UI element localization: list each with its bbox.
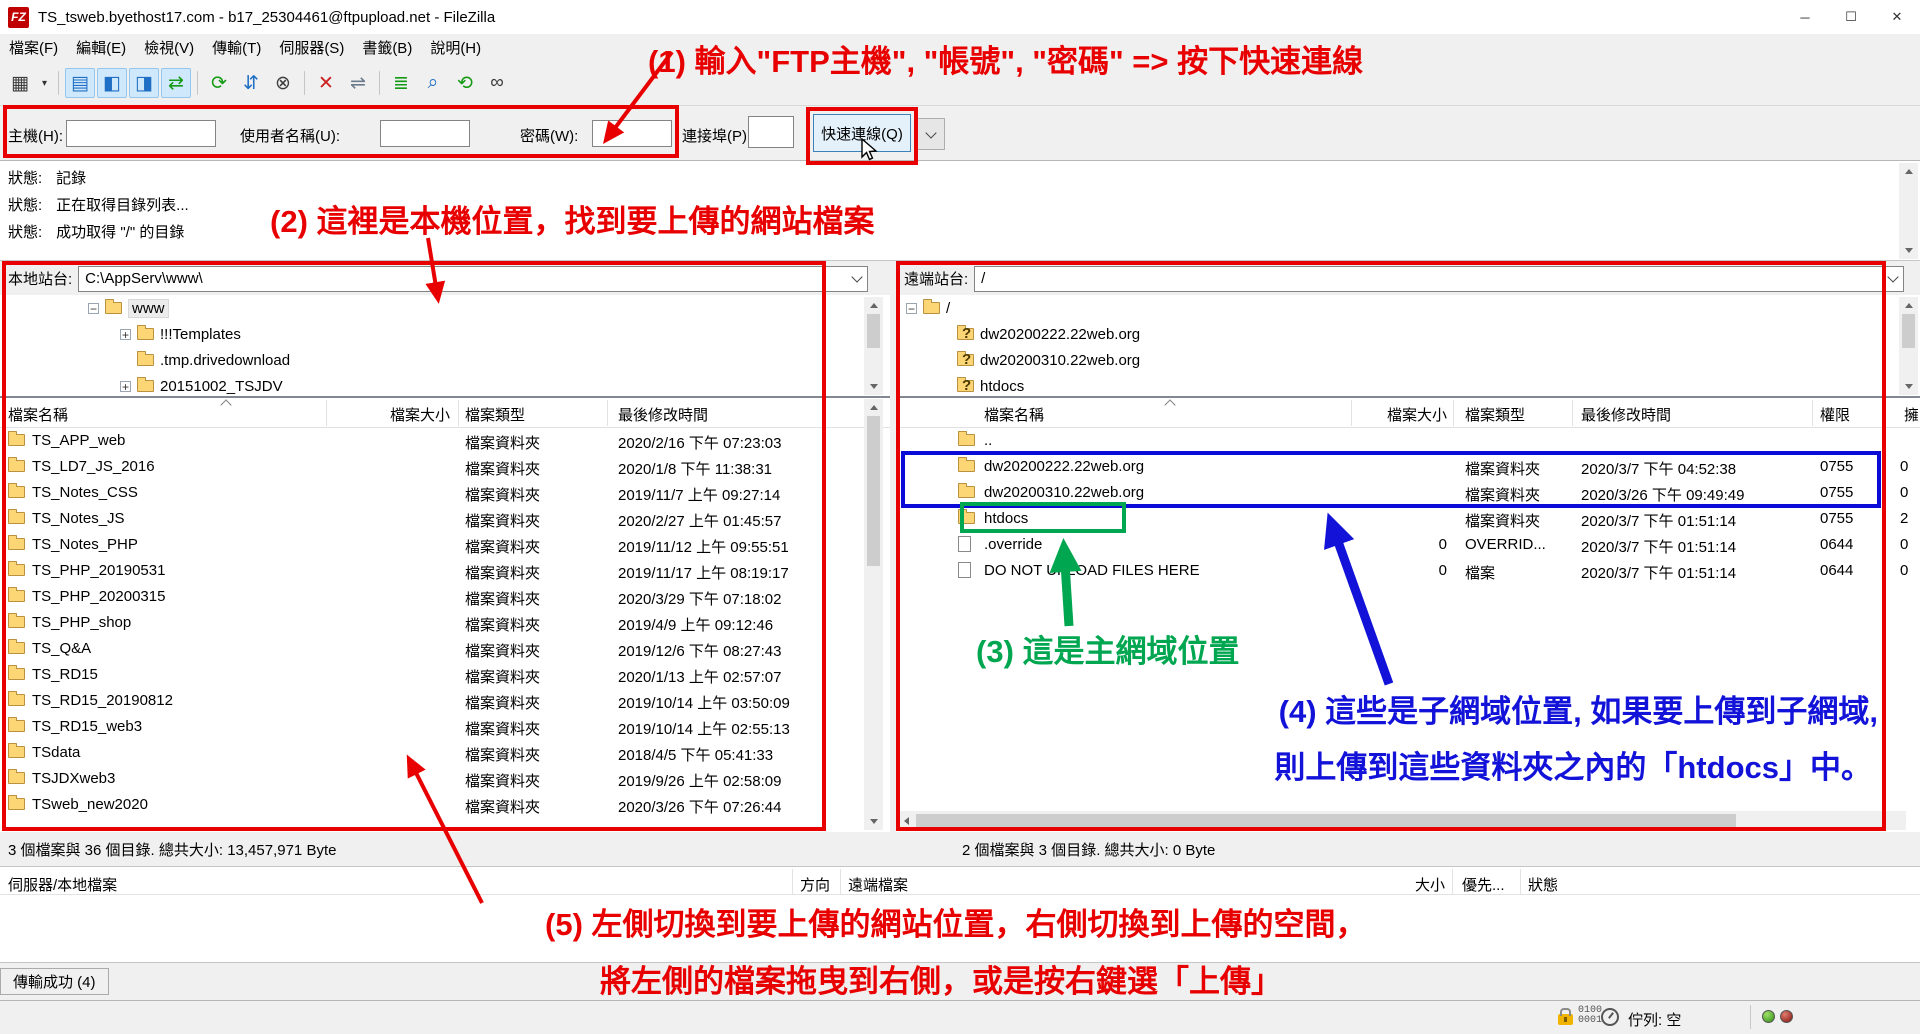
file-owner: 0 (1900, 458, 1914, 475)
binary-mode-icon: 01000001 (1578, 1006, 1602, 1026)
toolbar-separator[interactable] (379, 71, 380, 95)
annotation-1: (1) 輸入"FTP主機", "帳號", "密碼" => 按下快速連線 (648, 36, 1363, 81)
port-input[interactable] (748, 116, 794, 148)
site-manager-dropdown-icon[interactable]: ▾ (37, 68, 52, 98)
log-scrollbar[interactable] (1899, 163, 1918, 259)
scroll-up-icon (1905, 169, 1913, 174)
port-label: 連接埠(P): (682, 125, 751, 146)
menu-server[interactable]: 伺服器(S) (270, 34, 353, 61)
file-owner: 0 (1900, 562, 1914, 579)
local-list-scrollbar[interactable] (864, 399, 883, 830)
menu-file[interactable]: 檔案(F) (0, 34, 67, 61)
menu-bookmarks[interactable]: 書籤(B) (353, 34, 421, 61)
refresh-filters-icon[interactable]: ⟲ (450, 68, 480, 98)
maximize-button[interactable]: ☐ (1828, 0, 1874, 34)
annotation-3: (3) 這是主網域位置 (976, 626, 1240, 671)
log-label: 狀態: (8, 221, 42, 242)
toggle-remote-tree-icon[interactable]: ◨ (129, 68, 159, 98)
annotation-5-line1: (5) 左側切換到要上傳的網站位置，右側切換到上傳的空間， (545, 899, 1367, 944)
chevron-down-icon (852, 271, 863, 282)
queue-col-remote-file[interactable]: 遠端檔案 (848, 874, 908, 895)
chevron-down-icon (925, 127, 936, 138)
minimize-button[interactable]: ─ (1782, 0, 1828, 34)
window-title: TS_tsweb.byethost17.com - b17_25304461@f… (38, 9, 1782, 26)
scroll-down-icon (870, 819, 878, 824)
menu-transfer[interactable]: 傳輸(T) (203, 34, 270, 61)
annotation-box-quickconnect (806, 107, 918, 165)
connection-error-indicator (1780, 1010, 1793, 1023)
tab-successful-transfers[interactable]: 傳輸成功 (4) (0, 968, 109, 995)
remote-tree-scrollbar[interactable] (1899, 297, 1918, 395)
statusbar-separator (1750, 1005, 1751, 1029)
connection-ok-indicator (1762, 1010, 1775, 1023)
file-owner: 2 (1900, 510, 1914, 527)
window-controls: ─☐✕ (1782, 0, 1920, 34)
scroll-up-icon (870, 405, 878, 410)
local-status-text: 3 個檔案與 36 個目錄. 總共大小: 13,457,971 Byte (8, 836, 336, 862)
chevron-down-icon (1888, 271, 1899, 282)
menu-help[interactable]: 說明(H) (421, 34, 490, 61)
toggle-transfer-queue-icon[interactable]: ⇄ (161, 68, 191, 98)
file-owner: 0 (1900, 484, 1914, 501)
quickconnect-dropdown-button[interactable] (917, 118, 945, 150)
log-text: 正在取得目錄列表... (56, 194, 189, 215)
queue-col-direction[interactable]: 方向 (800, 874, 830, 895)
scroll-down-icon (1905, 384, 1913, 389)
file-owner: 0 (1900, 536, 1914, 553)
annotation-box-credentials (3, 105, 679, 158)
queue-col-status[interactable]: 狀態 (1528, 874, 1558, 895)
log-line: 狀態: 記錄 (8, 164, 1920, 191)
filezilla-window: FZ TS_tsweb.byethost17.com - b17_2530446… (0, 0, 1920, 1034)
annotation-box-local-pane (2, 261, 826, 831)
column-header-owner[interactable]: 擁 (1904, 404, 1918, 425)
lock-icon (1558, 1014, 1573, 1025)
directory-compare-icon[interactable]: ≣ (386, 68, 416, 98)
title-bar: FZ TS_tsweb.byethost17.com - b17_2530446… (0, 0, 1920, 34)
remote-status-text: 2 個檔案與 3 個目錄. 總共大小: 0 Byte (962, 836, 1215, 862)
close-button[interactable]: ✕ (1874, 0, 1920, 34)
local-tree-scrollbar[interactable] (864, 297, 883, 395)
reconnect-icon[interactable]: ⇌ (343, 68, 373, 98)
toggle-local-tree-icon[interactable]: ◧ (97, 68, 127, 98)
annotation-2: (2) 這裡是本機位置，找到要上傳的網站檔案 (270, 196, 875, 241)
toolbar-separator[interactable] (197, 71, 198, 95)
cancel-transfer-icon[interactable]: ⊗ (268, 68, 298, 98)
annotation-5-line2: 將左側的檔案拖曳到右側，或是按右鍵選「上傳」 (600, 956, 1282, 1001)
annotation-4-line2: 則上傳到這些資料夾之內的「htdocs」中。 (1274, 742, 1872, 787)
speed-limit-icon[interactable] (1601, 1008, 1619, 1026)
annotation-box-subdomains (901, 451, 1881, 508)
app-icon: FZ (8, 7, 29, 28)
log-text: 成功取得 "/" 的目錄 (56, 221, 184, 242)
log-text: 記錄 (56, 167, 86, 188)
menu-view[interactable]: 檢視(V) (135, 34, 203, 61)
scroll-up-icon (870, 303, 878, 308)
find-files-icon[interactable]: ∞ (482, 68, 512, 98)
toolbar-separator[interactable] (304, 71, 305, 95)
queue-status-text: 佇列: 空 (1628, 1009, 1681, 1030)
queue-col-size[interactable]: 大小 (1330, 874, 1445, 895)
refresh-icon[interactable]: ⟳ (204, 68, 234, 98)
scroll-down-icon (1905, 248, 1913, 253)
toggle-message-log-icon[interactable]: ▤ (65, 68, 95, 98)
queue-col-priority[interactable]: 優先... (1462, 874, 1505, 895)
site-manager-icon[interactable]: ▦ (5, 68, 35, 98)
toolbar-separator[interactable] (58, 71, 59, 95)
annotation-4-line1: (4) 這些是子網域位置, 如果要上傳到子網域, (1279, 686, 1878, 731)
synchronized-browsing-icon[interactable]: ⌕ (418, 68, 448, 98)
queue-col-server-local[interactable]: 伺服器/本地檔案 (8, 874, 117, 895)
scroll-down-icon (870, 384, 878, 389)
process-queue-icon[interactable]: ⇵ (236, 68, 266, 98)
scroll-up-icon (1905, 303, 1913, 308)
disconnect-icon[interactable]: ✕ (311, 68, 341, 98)
menu-edit[interactable]: 編輯(E) (67, 34, 135, 61)
annotation-box-htdocs (960, 502, 1126, 533)
log-label: 狀態: (8, 167, 42, 188)
log-label: 狀態: (8, 194, 42, 215)
